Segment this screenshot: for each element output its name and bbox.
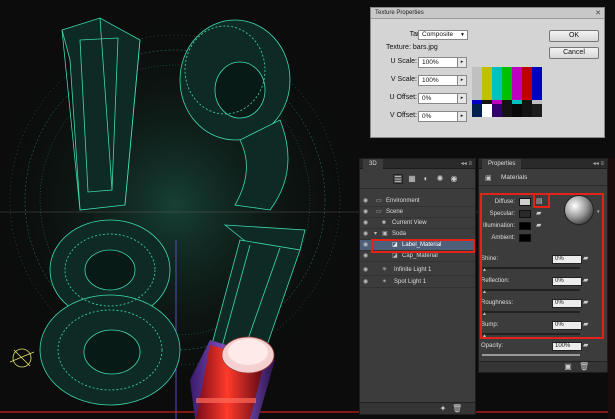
eye-icon[interactable]: ◉: [363, 265, 368, 276]
layer-current-view[interactable]: ◉ ■ Current View: [360, 218, 475, 229]
color-bar: [472, 104, 483, 117]
target-select[interactable]: Composite ▼: [418, 30, 468, 40]
layer-label: Spot Light 1: [394, 279, 427, 285]
scene-icon: ▭: [376, 209, 382, 215]
texture-filename: Texture: bars.jpg: [386, 44, 438, 51]
layer-infinite-light[interactable]: ◉ ✳ Infinite Light 1: [360, 265, 475, 276]
target-select-value: Composite: [422, 31, 454, 38]
color-bar: [532, 104, 543, 117]
cancel-button[interactable]: Cancel: [549, 47, 599, 59]
trash-icon[interactable]: 🗑: [579, 362, 589, 372]
whole-scene-icon[interactable]: ☰: [393, 174, 403, 184]
color-bar: [492, 67, 503, 100]
eye-icon[interactable]: ◉: [363, 240, 368, 251]
3d-panel: 3D ◂◂ ≡ ☰ ▦ ◐ ✺ ◉ ◉ ▭ Environment ◉ ▭ Sc…: [359, 158, 476, 415]
color-bar: [492, 104, 503, 117]
eye-icon[interactable]: ◉: [363, 196, 368, 207]
tab-properties[interactable]: Properties: [482, 159, 522, 169]
3d-panel-tabbar: 3D ◂◂ ≡: [360, 159, 475, 169]
render-icon[interactable]: ▣: [563, 362, 573, 372]
properties-panel: Properties ◂◂ ≡ ▣ Materials Diffuse: ▤ S…: [478, 158, 608, 373]
wireframe-digit-8: [39, 219, 181, 406]
3d-panel-filter-bar: ☰ ▦ ◐ ✺ ◉: [360, 169, 475, 189]
3d-panel-footer: ✦ 🗑: [360, 402, 475, 414]
color-bar: [502, 104, 513, 117]
spot-light-gizmo[interactable]: [9, 348, 35, 368]
color-bar: [502, 67, 513, 100]
color-bar: [522, 104, 533, 117]
tab-3d[interactable]: 3D: [363, 159, 383, 169]
layer-environment[interactable]: ◉ ▭ Environment: [360, 196, 475, 207]
v-scale-label: V Scale:: [390, 76, 417, 83]
v-offset-label: V Offset:: [389, 112, 417, 119]
opacity-slider[interactable]: [482, 354, 580, 356]
color-bar: [512, 67, 523, 100]
collapse-icon[interactable]: ◂◂ ≡: [593, 159, 604, 169]
ground-plane: [608, 158, 615, 419]
layer-label: Scene: [386, 209, 404, 215]
texture-preview: [472, 67, 543, 117]
folder-icon[interactable]: ▰: [583, 341, 588, 349]
u-scale-stepper[interactable]: ▸: [457, 57, 467, 68]
eye-icon[interactable]: ◉: [363, 218, 368, 229]
eye-icon[interactable]: ◉: [363, 277, 368, 288]
v-offset-stepper[interactable]: ▸: [457, 111, 467, 122]
texture-properties-dialog: Texture Properties ✕ Target: Composite ▼…: [370, 7, 605, 138]
color-bar: [482, 67, 493, 100]
layer-label: Environment: [386, 198, 420, 204]
close-icon[interactable]: ✕: [595, 9, 601, 17]
layer-scene[interactable]: ◉ ▭ Scene: [360, 207, 475, 218]
new-light-icon[interactable]: ✦: [438, 404, 448, 414]
materials-icon: ▣: [485, 175, 492, 182]
camera-icon: ■: [382, 220, 386, 226]
highlight-label-material: [371, 239, 475, 253]
color-bar: [532, 67, 543, 100]
color-bar: [512, 104, 523, 117]
eye-icon[interactable]: ◉: [363, 207, 368, 218]
v-scale-input[interactable]: 100%: [418, 75, 458, 86]
u-scale-input[interactable]: 100%: [418, 57, 458, 68]
opacity-input[interactable]: 100%: [552, 342, 582, 351]
section-title: Materials: [501, 174, 528, 181]
eye-icon[interactable]: ◉: [363, 229, 368, 240]
camera-icon[interactable]: ◉: [449, 174, 459, 184]
v-scale-stepper[interactable]: ▸: [457, 75, 467, 86]
chevron-down-icon: ▼: [460, 32, 465, 38]
u-offset-input[interactable]: 0%: [418, 93, 458, 104]
u-offset-stepper[interactable]: ▸: [457, 93, 467, 104]
light-icon: ✳: [382, 267, 388, 273]
dialog-title: Texture Properties: [371, 8, 604, 19]
layer-label: Infinite Light 1: [394, 267, 432, 273]
ok-button[interactable]: OK: [549, 30, 599, 42]
properties-footer: ▣ 🗑: [479, 361, 607, 372]
u-scale-label: U Scale:: [390, 58, 417, 65]
trash-icon[interactable]: 🗑: [452, 404, 462, 414]
properties-header: ▣ Materials: [479, 170, 607, 186]
environment-icon: ▭: [376, 198, 382, 204]
color-bar: [482, 104, 493, 117]
opacity-label: Opacity:: [481, 343, 504, 349]
v-offset-input[interactable]: 0%: [418, 111, 458, 122]
color-bar: [522, 67, 533, 100]
u-offset-label: U Offset:: [389, 94, 418, 101]
highlight-material-properties: [480, 193, 604, 339]
layer-spot-light[interactable]: ◉ ✴ Spot Light 1: [360, 277, 475, 288]
meshes-icon[interactable]: ▦: [407, 174, 417, 184]
layer-label: Current View: [392, 220, 427, 226]
collapse-icon[interactable]: ◂◂ ≡: [461, 159, 472, 169]
color-bar: [472, 67, 483, 100]
materials-icon[interactable]: ◐: [421, 174, 431, 184]
properties-tabbar: Properties ◂◂ ≡: [479, 159, 607, 169]
lights-icon[interactable]: ✺: [435, 174, 445, 184]
eye-icon[interactable]: ◉: [363, 251, 368, 262]
spot-light-icon: ✴: [382, 279, 388, 285]
